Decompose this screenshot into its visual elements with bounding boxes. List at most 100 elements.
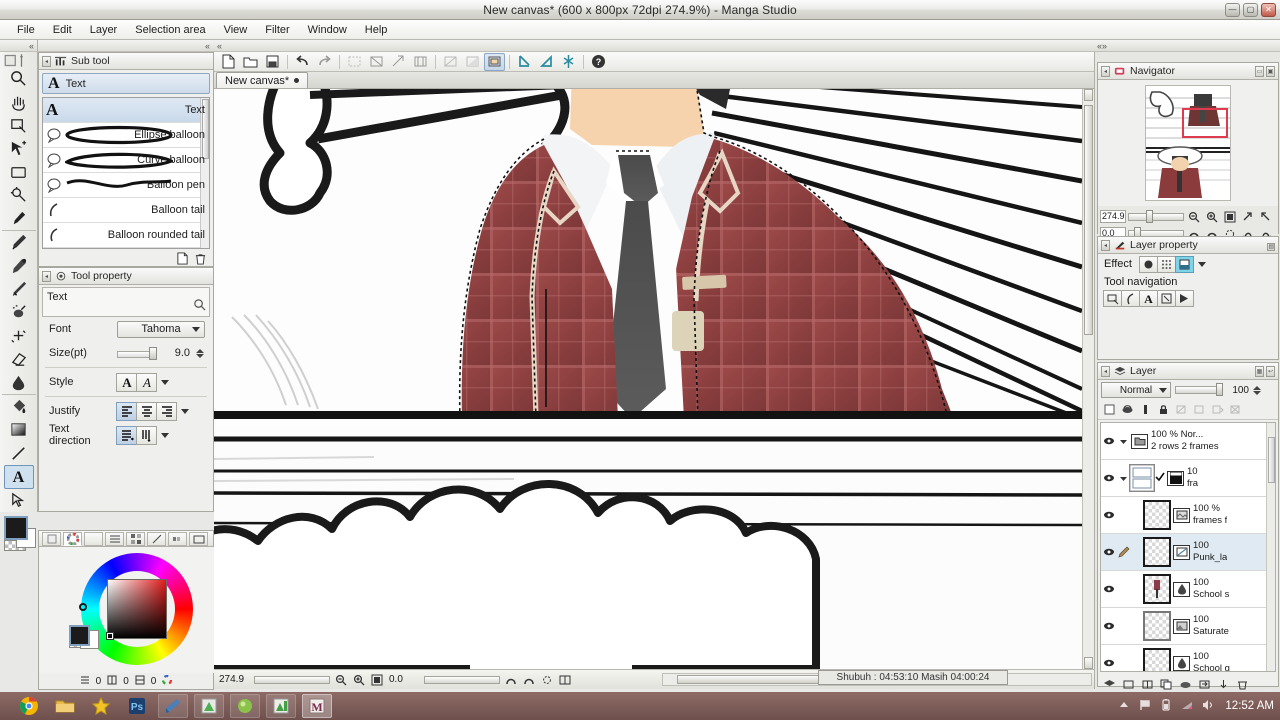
sub-tool-item-balloon-tail[interactable]: Balloon tail xyxy=(43,198,209,223)
copy-layer-icon[interactable] xyxy=(1158,676,1175,692)
menu-selection-area[interactable]: Selection area xyxy=(126,22,214,38)
palette-color-icon[interactable] xyxy=(1101,402,1118,418)
zoom-in-icon[interactable] xyxy=(351,672,366,687)
visibility-eye-icon[interactable] xyxy=(1101,472,1117,484)
italic-style-button[interactable]: A xyxy=(136,372,157,392)
tone-effect-icon[interactable] xyxy=(1156,255,1176,273)
selection-layer-icon[interactable] xyxy=(484,52,505,71)
zoom-in-icon[interactable] xyxy=(1204,209,1220,224)
taskbar-clock[interactable]: 12:52 AM xyxy=(1225,700,1274,712)
canvas-rotation-value[interactable]: 0.0 xyxy=(387,674,421,685)
new-sub-tool-icon[interactable] xyxy=(176,252,189,268)
size-slider[interactable] xyxy=(117,346,157,360)
navigator-zoom-slider[interactable] xyxy=(1128,210,1184,223)
subview-tab-icon[interactable]: ▭ xyxy=(1255,65,1264,77)
fill-selection-icon[interactable] xyxy=(366,53,387,71)
taskbar-chrome-icon[interactable] xyxy=(14,694,44,718)
menu-window[interactable]: Window xyxy=(299,22,356,38)
show-hidden-icons-icon[interactable] xyxy=(1117,698,1131,715)
flip-vertical-icon[interactable] xyxy=(1258,209,1274,224)
merge-down-icon[interactable] xyxy=(1215,676,1232,692)
taskbar-green-app-icon[interactable] xyxy=(194,694,224,718)
panel-grip-icon[interactable]: ◂ xyxy=(1101,365,1110,377)
taskbar-blue-app-icon[interactable] xyxy=(158,694,188,718)
new-correction-layer-icon[interactable] xyxy=(1139,676,1156,692)
flip-icon[interactable] xyxy=(462,53,483,71)
canvas-zoom-slider[interactable] xyxy=(254,673,330,686)
canvas-vertical-scrollbar[interactable] xyxy=(1082,89,1094,669)
vertical-text-button[interactable] xyxy=(136,425,157,445)
border-effect-icon[interactable] xyxy=(1138,255,1158,273)
canvas-area[interactable] xyxy=(214,89,1094,669)
color-mode-icon[interactable] xyxy=(162,674,173,688)
visibility-eye-icon[interactable] xyxy=(1101,435,1117,447)
panel-grip-icon[interactable]: ◂ xyxy=(42,270,51,282)
layer-color-icon[interactable] xyxy=(1174,255,1194,273)
canvas-dock-collapse[interactable]: « xyxy=(214,40,1094,52)
minimize-button[interactable]: — xyxy=(1225,3,1240,17)
menu-filter[interactable]: Filter xyxy=(256,22,298,38)
magnifier-tool[interactable] xyxy=(4,67,34,90)
subtool-dock-collapse[interactable]: « xyxy=(38,40,214,52)
layer-row-school-s[interactable]: 100 School s xyxy=(1101,571,1275,608)
magic-wand-tool[interactable] xyxy=(4,184,34,207)
visibility-eye-icon[interactable] xyxy=(1101,620,1117,632)
toolbar-handle[interactable] xyxy=(4,54,34,67)
left-dock-collapse[interactable]: « xyxy=(0,40,38,52)
align-left-button[interactable] xyxy=(116,401,137,421)
figure-tool[interactable] xyxy=(4,442,34,465)
expand-arrow-icon[interactable] xyxy=(1117,437,1129,446)
menu-layer[interactable]: Layer xyxy=(81,22,127,38)
volume-icon[interactable] xyxy=(1201,698,1215,715)
undo-icon[interactable] xyxy=(292,53,313,71)
save-file-icon[interactable] xyxy=(262,53,283,71)
draft-icon[interactable] xyxy=(1209,402,1226,418)
color-history-tab[interactable] xyxy=(189,531,208,546)
align-center-button[interactable] xyxy=(136,401,157,421)
color-slider-tab[interactable] xyxy=(105,531,124,546)
menu-view[interactable]: View xyxy=(215,22,257,38)
transform-icon[interactable] xyxy=(1157,290,1176,307)
move-layer-icon[interactable] xyxy=(1175,290,1194,307)
scrollbar-thumb[interactable] xyxy=(1084,105,1093,335)
text-a-icon[interactable]: A xyxy=(1139,290,1158,307)
visibility-eye-icon[interactable] xyxy=(1101,546,1117,558)
slider-knob[interactable] xyxy=(149,346,157,360)
eraser-tool[interactable] xyxy=(4,348,34,371)
ruler-lock-icon[interactable] xyxy=(1137,402,1154,418)
new-file-icon[interactable] xyxy=(218,53,239,71)
scroll-down-arrow[interactable] xyxy=(1084,657,1093,669)
fit-to-screen-icon[interactable] xyxy=(1222,209,1238,224)
animation-tab-icon[interactable]: ▦ xyxy=(1255,365,1264,377)
gradient-tool[interactable] xyxy=(4,418,34,441)
select-area-icon[interactable] xyxy=(1103,290,1122,307)
taskbar-folder-icon[interactable] xyxy=(50,694,80,718)
invert-icon[interactable] xyxy=(440,53,461,71)
visibility-eye-icon[interactable] xyxy=(1101,583,1117,595)
sub-tool-item-curve-balloon[interactable]: Curve balloon xyxy=(43,148,209,173)
expand-arrow-icon[interactable] xyxy=(1117,474,1129,483)
sub-tool-item-text[interactable]: A Text xyxy=(43,98,209,123)
chevron-down-icon[interactable] xyxy=(181,408,189,414)
color-wheel-tab[interactable] xyxy=(63,531,82,546)
rotate-right-icon[interactable] xyxy=(521,672,536,687)
fill-tool[interactable] xyxy=(4,395,34,418)
layer-list[interactable]: 100 % Nor... 2 rows 2 frames 10 fra 100 … xyxy=(1100,422,1276,672)
reset-rotation-icon[interactable] xyxy=(539,672,554,687)
layer-property-tab[interactable]: ◂ Layer property ▤ xyxy=(1098,237,1278,254)
bold-style-button[interactable]: A xyxy=(116,372,137,392)
flip-horizontal-icon[interactable] xyxy=(557,672,572,687)
sub-tool-item-balloon-rounded-tail[interactable]: Balloon rounded tail xyxy=(43,223,209,248)
current-tool-header[interactable]: A Text xyxy=(42,73,210,94)
clip-icon[interactable] xyxy=(1173,402,1190,418)
canvas-rotation-slider[interactable] xyxy=(424,673,500,686)
sub-tool-scrollbar[interactable] xyxy=(200,98,209,248)
sub-tool-item-balloon-pen[interactable]: Balloon pen xyxy=(43,173,209,198)
canvas-zoom-value[interactable]: 274.9 xyxy=(217,674,251,685)
blend-tool[interactable] xyxy=(1,371,36,395)
battery-icon[interactable] xyxy=(1159,698,1173,715)
redo-icon[interactable] xyxy=(314,53,335,71)
flip-horizontal-icon[interactable] xyxy=(1240,209,1256,224)
navigator-zoom-value[interactable]: 274.9 xyxy=(1100,210,1126,223)
sub-tool-item-ellipse-balloon[interactable]: Ellipse balloon xyxy=(43,123,209,148)
